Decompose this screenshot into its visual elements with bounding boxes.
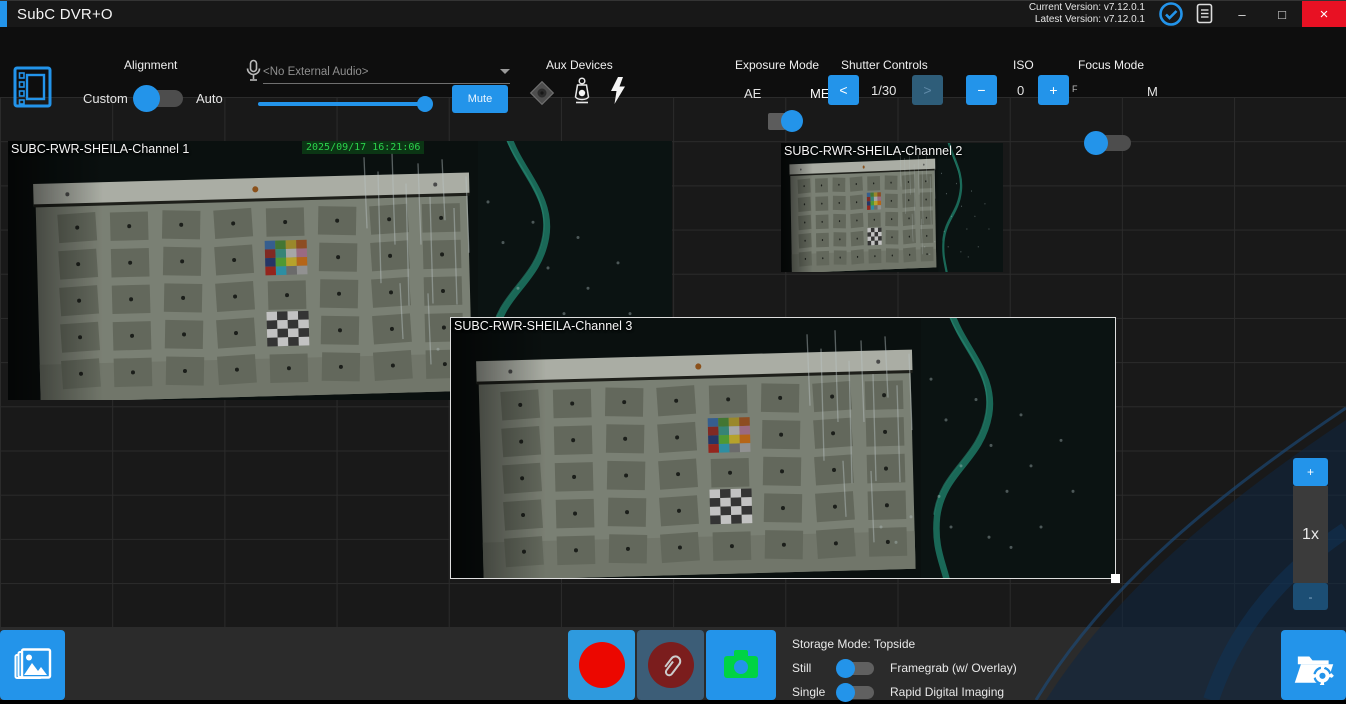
single-label: Single	[792, 685, 836, 699]
toggle-knob	[781, 110, 803, 132]
close-button[interactable]: ×	[1302, 1, 1346, 28]
shutter-next-button[interactable]: >	[912, 75, 943, 105]
maximize-button[interactable]: □	[1262, 1, 1302, 28]
storage-folder-settings-button[interactable]	[1281, 630, 1346, 700]
channel-label: SUBC-RWR-SHEILA-Channel 1	[11, 142, 189, 156]
current-version: Current Version: v7.12.0.1	[1029, 2, 1145, 14]
toggle-knob	[836, 659, 855, 678]
still-framegrab-toggle[interactable]	[836, 659, 876, 678]
record-button[interactable]	[568, 630, 635, 700]
shutter-value: 1/30	[871, 83, 896, 98]
alignment-label: Alignment	[124, 58, 177, 72]
attach-dot	[648, 642, 694, 688]
document-icon	[1196, 3, 1214, 25]
alignment-custom-label: Custom	[83, 91, 128, 106]
focus-toggle[interactable]	[1084, 131, 1132, 155]
record-icon	[579, 642, 625, 688]
zoom-level: 1x	[1293, 486, 1328, 583]
volume-slider[interactable]	[258, 96, 432, 112]
storage-mode-text: Storage Mode: Topside	[792, 637, 915, 651]
camera-icon	[722, 650, 760, 680]
app-accent-strip	[0, 1, 7, 28]
still-label: Still	[792, 661, 836, 675]
iso-label: ISO	[1013, 58, 1034, 72]
focus-mode-label: Focus Mode	[1078, 58, 1144, 72]
slider-knob[interactable]	[417, 96, 433, 112]
zoom-out-button[interactable]: -	[1293, 583, 1328, 610]
laser-device-icon[interactable]	[528, 79, 556, 107]
release-notes-button[interactable]	[1188, 1, 1222, 28]
video-feed	[781, 143, 1003, 272]
focus-f-label: F	[1072, 84, 1078, 94]
still-mode-row: Still Framegrab (w/ Overlay)	[792, 656, 1017, 680]
video-panel-channel-3[interactable]: SUBC-RWR-SHEILA-Channel 3	[450, 317, 1116, 579]
slider-rail	[258, 102, 432, 106]
paperclip-icon	[658, 652, 684, 678]
toggle-knob	[133, 85, 160, 112]
channel-label: SUBC-RWR-SHEILA-Channel 3	[454, 319, 632, 333]
timestamp-overlay: 2025/09/17 16:21:06	[302, 141, 424, 154]
digital-zoom-control: + 1x -	[1293, 458, 1328, 610]
aux-devices-label: Aux Devices	[546, 58, 613, 72]
framegrab-label: Framegrab (w/ Overlay)	[890, 661, 1017, 675]
zoom-in-button[interactable]: +	[1293, 458, 1328, 486]
audio-device-value: <No External Audio>	[263, 66, 369, 78]
resize-handle[interactable]	[1111, 574, 1120, 583]
gallery-icon	[14, 648, 52, 682]
exposure-me-label: ME	[810, 86, 830, 101]
dropdown-caret-icon	[500, 69, 510, 74]
app-title: SubC DVR+O	[17, 6, 113, 23]
alignment-toggle[interactable]	[133, 85, 185, 112]
lamp-icon[interactable]	[572, 77, 592, 105]
mute-button[interactable]: Mute	[452, 85, 508, 113]
bottom-bar: Storage Mode: Topside Still Framegrab (w…	[0, 627, 1346, 700]
microphone-icon	[245, 59, 262, 83]
iso-plus-button[interactable]: +	[1038, 75, 1069, 105]
iso-minus-button[interactable]: −	[966, 75, 997, 105]
attach-clip-button[interactable]	[637, 630, 704, 700]
alignment-auto-label: Auto	[196, 91, 223, 106]
version-info: Current Version: v7.12.0.1 Latest Versio…	[1029, 2, 1145, 26]
single-rapid-toggle[interactable]	[836, 683, 876, 702]
minimize-button[interactable]: –	[1222, 1, 1262, 28]
title-bar: SubC DVR+O Current Version: v7.12.0.1 La…	[0, 0, 1346, 27]
rapid-imaging-label: Rapid Digital Imaging	[890, 685, 1004, 699]
media-gallery-button[interactable]	[0, 630, 65, 700]
channel-label: SUBC-RWR-SHEILA-Channel 2	[784, 144, 962, 158]
strobe-icon[interactable]	[609, 77, 627, 104]
shutter-prev-button[interactable]: <	[828, 75, 859, 105]
single-mode-row: Single Rapid Digital Imaging	[792, 680, 1017, 704]
video-feed	[451, 318, 1115, 578]
exposure-mode-label: Exposure Mode	[735, 58, 819, 72]
folder-gear-icon	[1292, 645, 1336, 685]
storage-mode-row: Storage Mode: Topside	[792, 632, 1017, 656]
latest-version: Latest Version: v7.12.0.1	[1029, 14, 1145, 26]
video-panel-channel-2[interactable]: SUBC-RWR-SHEILA-Channel 2	[781, 143, 1003, 272]
shutter-controls-label: Shutter Controls	[841, 58, 928, 72]
exposure-toggle[interactable]	[766, 109, 806, 133]
audio-device-select[interactable]: <No External Audio>	[263, 60, 510, 84]
check-circle-icon	[1158, 1, 1184, 27]
storage-settings: Storage Mode: Topside Still Framegrab (w…	[792, 632, 1017, 704]
source-select-icon[interactable]	[12, 66, 54, 108]
toggle-knob	[1084, 131, 1108, 155]
exposure-ae-label: AE	[744, 86, 761, 101]
toolbar: Alignment Custom Auto <No External Audio…	[0, 27, 1346, 97]
iso-value: 0	[1017, 83, 1024, 98]
focus-m-label: M	[1147, 84, 1158, 99]
toggle-knob	[836, 683, 855, 702]
framegrab-button[interactable]	[706, 630, 776, 700]
update-status-button[interactable]	[1154, 1, 1188, 28]
